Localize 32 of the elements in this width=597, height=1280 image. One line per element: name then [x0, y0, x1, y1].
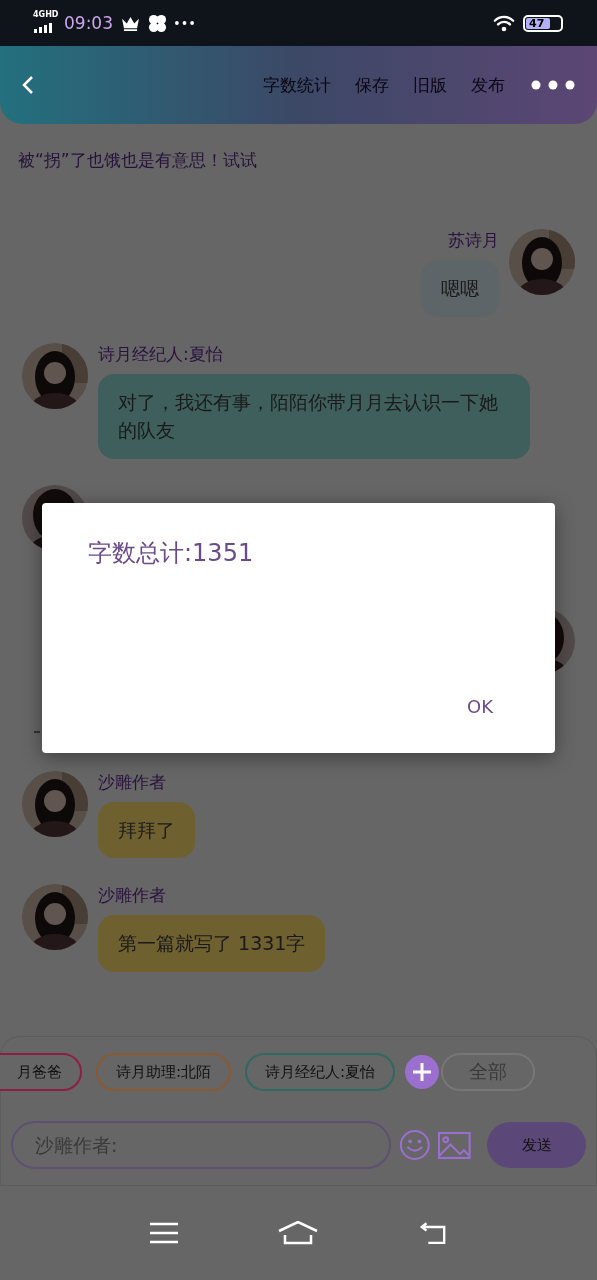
network-label: 4GHD [33, 10, 59, 19]
sender-name: 沙雕作者 [98, 770, 167, 794]
message-bubble: 拜拜了 [98, 801, 195, 858]
header-action[interactable]: 字数统计 [263, 73, 331, 97]
home-icon[interactable] [278, 1221, 319, 1245]
sender-name: 沙雕作者 [98, 884, 167, 907]
sender-name: 诗月经纪人:夏怡 [98, 342, 224, 366]
member-chip[interactable]: 月爸爸 [0, 1053, 82, 1091]
battery-icon: 47 [523, 14, 563, 32]
back-icon[interactable] [22, 75, 34, 95]
message-bubble: 第一篇就写了 1331字 [98, 915, 326, 972]
more-dots-icon [175, 21, 194, 25]
back-icon[interactable] [418, 1221, 447, 1245]
wifi-icon [493, 14, 515, 32]
word-count-text: 字数总计:1351 [88, 538, 254, 569]
member-chip[interactable]: 诗月助理:北陌 [96, 1053, 232, 1091]
message-bubble: 对了，我还有事，陌陌你带月月去认识一下她的队友 [98, 373, 530, 459]
header-action[interactable]: 保存 [355, 73, 389, 97]
clock-time: 09:03 [64, 13, 113, 33]
ok-button[interactable]: OK [463, 692, 497, 721]
send-button[interactable]: 发送 [487, 1122, 586, 1168]
sender-name: 苏诗月 [448, 229, 499, 252]
message-bubble: 嗯嗯 [421, 260, 499, 317]
member-chip[interactable]: 诗月经纪人:夏怡 [245, 1053, 396, 1091]
add-icon[interactable] [405, 1055, 440, 1089]
crown-icon [121, 15, 140, 31]
more-icon[interactable] [531, 80, 575, 90]
menu-icon[interactable] [150, 1222, 179, 1244]
header-action[interactable]: 旧版 [413, 73, 447, 97]
notice-text: 被“拐”了也饿也是有意思！试试 [17, 148, 258, 172]
header-action[interactable]: 发布 [471, 73, 505, 97]
pinwheel-icon [148, 13, 167, 33]
